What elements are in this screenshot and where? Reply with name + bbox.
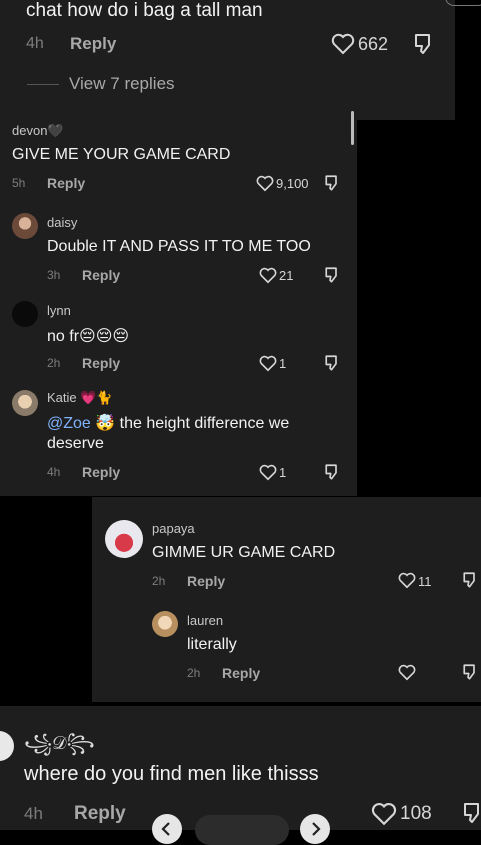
comment-body-continued: deserve xyxy=(47,435,104,452)
comment-time: 2h xyxy=(152,574,166,588)
heart-icon[interactable] xyxy=(259,267,277,284)
avatar[interactable] xyxy=(12,390,38,416)
top-comment-reply-button[interactable]: Reply xyxy=(70,34,116,54)
comment-username[interactable]: devon🖤 xyxy=(12,123,64,139)
reply-button[interactable]: Reply xyxy=(82,355,120,371)
heart-icon[interactable] xyxy=(398,572,416,589)
like-count: 9,100 xyxy=(276,176,309,191)
reply-button[interactable]: Reply xyxy=(47,175,85,191)
comment-time: 4h xyxy=(47,465,61,479)
scrollbar[interactable] xyxy=(351,111,354,145)
heart-icon[interactable] xyxy=(256,175,274,192)
heart-icon[interactable] xyxy=(398,664,416,681)
dislike-icon[interactable] xyxy=(461,801,481,825)
like-count: 21 xyxy=(279,268,294,283)
avatar[interactable] xyxy=(105,520,143,558)
dislike-icon[interactable] xyxy=(323,266,340,284)
comment-time: 2h xyxy=(47,356,61,370)
top-comment-time: 4h xyxy=(26,35,44,52)
heart-icon[interactable] xyxy=(371,802,397,826)
reply-button[interactable]: Reply xyxy=(82,267,120,283)
avatar[interactable] xyxy=(12,213,38,239)
navigation-pill[interactable] xyxy=(195,815,289,845)
heart-icon[interactable] xyxy=(259,464,277,481)
comment-username[interactable]: ꧁𝒟꧂ xyxy=(24,730,95,766)
comment-body: @Zoe 🤯 the height difference we xyxy=(47,413,289,433)
comment-username[interactable]: lynn xyxy=(47,303,71,318)
chevron-right-icon[interactable] xyxy=(300,814,330,844)
comment-time: 5h xyxy=(12,176,26,190)
reply-button[interactable]: Reply xyxy=(74,803,126,825)
reply-button[interactable]: Reply xyxy=(222,665,260,681)
corner-decoration xyxy=(445,0,481,6)
comment-body-text: the height difference we xyxy=(115,415,290,432)
mention-link[interactable]: @Zoe xyxy=(47,415,91,432)
like-count: 1 xyxy=(279,465,287,480)
top-comment-body: chat how do i bag a tall man xyxy=(26,0,263,21)
dislike-icon[interactable] xyxy=(461,571,478,589)
comment-body: GIMME UR GAME CARD xyxy=(152,544,336,561)
top-comment-like-count: 662 xyxy=(358,34,389,54)
avatar[interactable] xyxy=(12,301,38,327)
comment-body: no fr😔😔😔 xyxy=(47,328,130,345)
heart-icon[interactable] xyxy=(259,355,277,372)
dislike-icon[interactable] xyxy=(323,463,340,481)
comment-username[interactable]: daisy xyxy=(47,215,77,230)
comment-body: where do you find men like thisss xyxy=(24,763,319,785)
heart-icon[interactable] xyxy=(331,33,355,55)
comment-username[interactable]: lauren xyxy=(187,613,223,628)
chevron-left-icon[interactable] xyxy=(152,814,182,844)
view-replies-divider xyxy=(27,84,59,85)
reply-panel xyxy=(92,497,481,702)
like-count: 108 xyxy=(400,803,432,824)
like-count: 1 xyxy=(279,356,287,371)
comment-body: GIVE ME YOUR GAME CARD xyxy=(12,146,231,163)
reply-button[interactable]: Reply xyxy=(187,573,225,589)
avatar[interactable] xyxy=(152,611,178,637)
comment-time: 4h xyxy=(24,804,43,823)
reply-button[interactable]: Reply xyxy=(82,464,120,480)
comment-username[interactable]: papaya xyxy=(152,521,195,536)
comment-body: Double IT AND PASS IT TO ME TOO xyxy=(47,238,311,255)
comment-username[interactable]: Katie 💗🐈 xyxy=(47,390,113,406)
like-count: 11 xyxy=(418,574,432,589)
dislike-icon[interactable] xyxy=(323,354,340,372)
dislike-icon[interactable] xyxy=(461,663,478,681)
dislike-icon[interactable] xyxy=(323,174,340,192)
comment-body: literally xyxy=(187,636,237,653)
dislike-icon[interactable] xyxy=(412,32,434,56)
comment-time: 2h xyxy=(187,666,201,680)
comment-time: 3h xyxy=(47,268,61,282)
mention-emoji: 🤯 xyxy=(95,415,116,432)
view-replies-button[interactable]: View 7 replies xyxy=(69,74,175,94)
